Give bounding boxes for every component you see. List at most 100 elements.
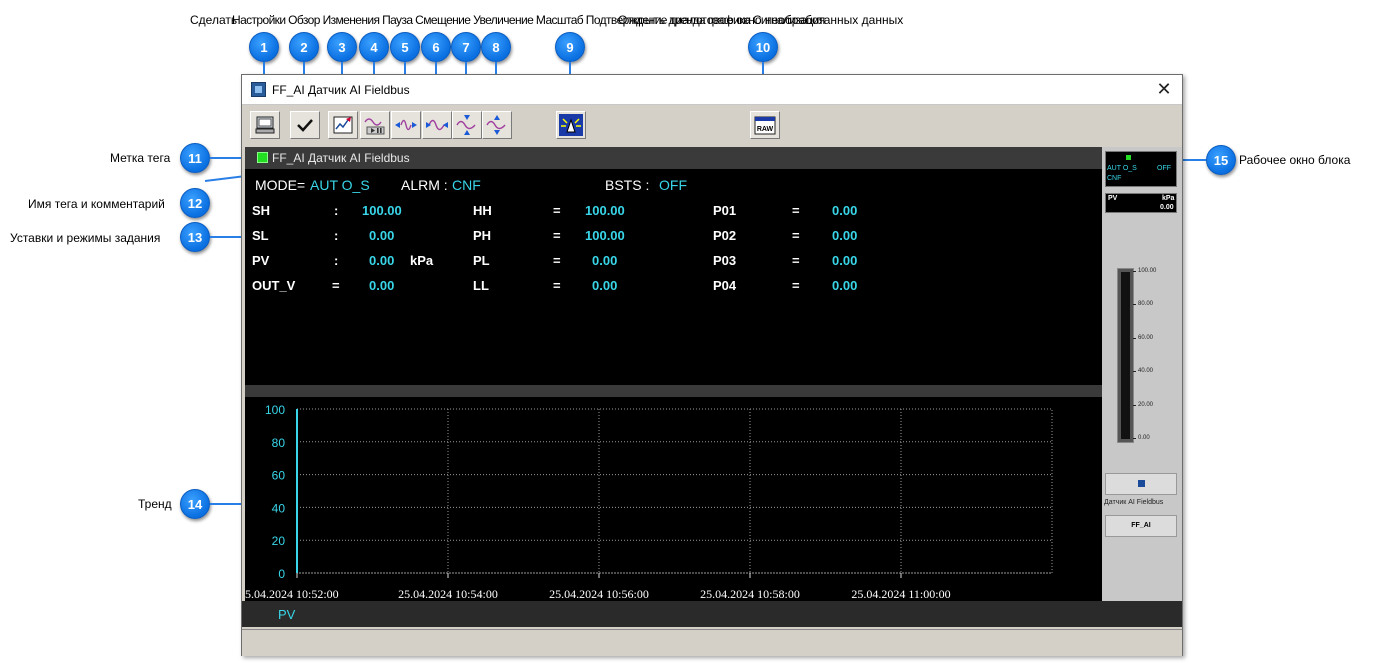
title-bar[interactable]: FF_AI Датчик AI Fieldbus ✕ xyxy=(242,75,1182,105)
param-p02-name: P02 xyxy=(713,228,737,243)
param-sl-sep: : xyxy=(334,228,339,243)
bargraph-scale-label: 40.00 xyxy=(1138,368,1154,375)
param-pl-sep: = xyxy=(553,253,561,268)
alrm-value: CNF xyxy=(452,177,481,193)
block-window: AUT O_S OFF CNF PV kPa 0.00 100.00 80.00 6… xyxy=(1102,147,1182,601)
bsts-value: OFF xyxy=(659,177,687,193)
param-pl-value[interactable]: 0.00 xyxy=(592,253,617,268)
raw-data-button[interactable]: RAW xyxy=(750,111,780,139)
alarm-button[interactable] xyxy=(556,111,586,139)
bargraph-scale-label: 60.00 xyxy=(1138,334,1154,341)
param-p02-sep: = xyxy=(792,228,800,243)
check-icon xyxy=(297,119,313,132)
y-tick-label: 20 xyxy=(272,534,286,548)
block-tag-button[interactable]: FF_AI xyxy=(1105,515,1177,537)
block-detail-button[interactable] xyxy=(1105,473,1177,495)
param-hh-name: HH xyxy=(473,203,492,218)
label-tag-name: Имя тега и комментарий xyxy=(28,197,165,211)
legend-pv[interactable]: PV xyxy=(278,607,295,622)
block-pv-unit: kPa xyxy=(1162,195,1175,202)
shift-right-button[interactable] xyxy=(422,111,452,139)
y-tick-label: 100 xyxy=(265,403,285,417)
param-pv-value: 0.00 xyxy=(369,253,395,268)
window-title: FF_AI Датчик AI Fieldbus xyxy=(272,83,410,97)
bargraph-scale-tick xyxy=(1133,304,1136,306)
param-p04-sep: = xyxy=(792,278,800,293)
x-tick-label: 25.04.2024 10:54:00 xyxy=(398,587,498,601)
confirm-button[interactable] xyxy=(290,111,320,139)
param-ph-sep: = xyxy=(553,228,561,243)
pv-bargraph xyxy=(1117,268,1134,443)
block-bsts: OFF xyxy=(1157,165,1171,172)
monitor-button[interactable] xyxy=(250,111,280,139)
zoom-out-button[interactable] xyxy=(482,111,512,139)
param-outv-sep: = xyxy=(332,278,340,293)
callout-2: 2 xyxy=(289,32,319,62)
faceplate-divider xyxy=(245,385,1102,397)
pv-bargraph-track xyxy=(1121,272,1130,439)
shift-left-icon xyxy=(395,119,417,131)
raw-data-icon: RAW xyxy=(754,116,776,135)
tag-status-led xyxy=(257,152,268,163)
close-button[interactable]: ✕ xyxy=(1154,79,1174,99)
param-p03-value[interactable]: 0.00 xyxy=(832,253,857,268)
callout-5: 5 xyxy=(390,32,420,62)
callout-11: 11 xyxy=(180,143,210,173)
status-bar xyxy=(242,629,1182,656)
callout-7: 7 xyxy=(451,32,481,62)
block-status-box: AUT O_S OFF CNF xyxy=(1105,151,1177,187)
param-hh-value[interactable]: 100.00 xyxy=(585,203,625,218)
callout-14: 14 xyxy=(180,489,210,519)
callout-10: 10 xyxy=(748,32,778,62)
callout-9: 9 xyxy=(555,32,585,62)
bsts-label: BSTS : xyxy=(605,177,650,193)
param-ll-value[interactable]: 0.00 xyxy=(592,278,617,293)
param-p02-value[interactable]: 0.00 xyxy=(832,228,857,243)
param-pv-unit: kPa xyxy=(410,253,434,268)
param-p03-name: P03 xyxy=(713,253,737,268)
bargraph-scale-tick xyxy=(1133,337,1136,339)
param-ph-value[interactable]: 100.00 xyxy=(585,228,625,243)
mode-label: MODE= xyxy=(255,177,306,193)
bargraph-scale-label: 100.00 xyxy=(1138,268,1157,274)
alrm-label: ALRM : xyxy=(401,177,448,193)
label-raw-data: Открыть диалоговое окно необработанных д… xyxy=(618,13,904,27)
param-ll-sep: = xyxy=(553,278,561,293)
block-alrm: CNF xyxy=(1107,175,1122,182)
pause-button[interactable] xyxy=(360,111,390,139)
square-icon xyxy=(1138,480,1145,487)
bargraph-scale-tick xyxy=(1133,371,1136,373)
param-sh-value[interactable]: 100.00 xyxy=(362,203,402,218)
param-p03-sep: = xyxy=(792,253,800,268)
param-ph-name: PH xyxy=(473,228,492,243)
callout-4: 4 xyxy=(359,32,389,62)
callout-1: 1 xyxy=(249,32,279,62)
zoom-in-button[interactable] xyxy=(452,111,482,139)
trend-legend: PV xyxy=(242,601,1182,627)
param-p04-name: P04 xyxy=(713,278,737,293)
param-p01-value[interactable]: 0.00 xyxy=(832,203,857,218)
shift-left-button[interactable] xyxy=(391,111,421,139)
param-pl-name: PL xyxy=(473,253,490,268)
param-sl-name: SL xyxy=(252,228,269,243)
x-tick-label: 25.04.2024 10:58:00 xyxy=(700,587,800,601)
param-ll-name: LL xyxy=(473,278,489,293)
trend-view-icon xyxy=(333,116,353,134)
callout-12: 12 xyxy=(180,188,210,218)
y-tick-label: 60 xyxy=(272,469,286,483)
trend-panel[interactable]: 100 80 60 40 20 0 5.04.2024 10:52:00 25.04.2024… xyxy=(245,397,1102,601)
top-callout-labels: Сделать Настройки Обзор Изменения Пауза … xyxy=(190,13,990,29)
pause-icon xyxy=(364,118,385,135)
x-tick-label: 25.04.2024 10:56:00 xyxy=(549,587,649,601)
callout-15: 15 xyxy=(1206,145,1236,175)
block-status-led xyxy=(1126,155,1131,160)
label-block-window: Рабочее окно блока xyxy=(1239,153,1351,167)
app-icon xyxy=(251,82,266,97)
param-hh-sep: = xyxy=(553,203,561,218)
bargraph-scale-tick xyxy=(1133,404,1136,406)
toolbar: RAW xyxy=(242,106,1182,144)
param-p04-value[interactable]: 0.00 xyxy=(832,278,857,293)
label-make: Сделать xyxy=(190,13,238,27)
param-sl-value[interactable]: 0.00 xyxy=(369,228,394,243)
trend-view-button[interactable] xyxy=(328,111,358,139)
